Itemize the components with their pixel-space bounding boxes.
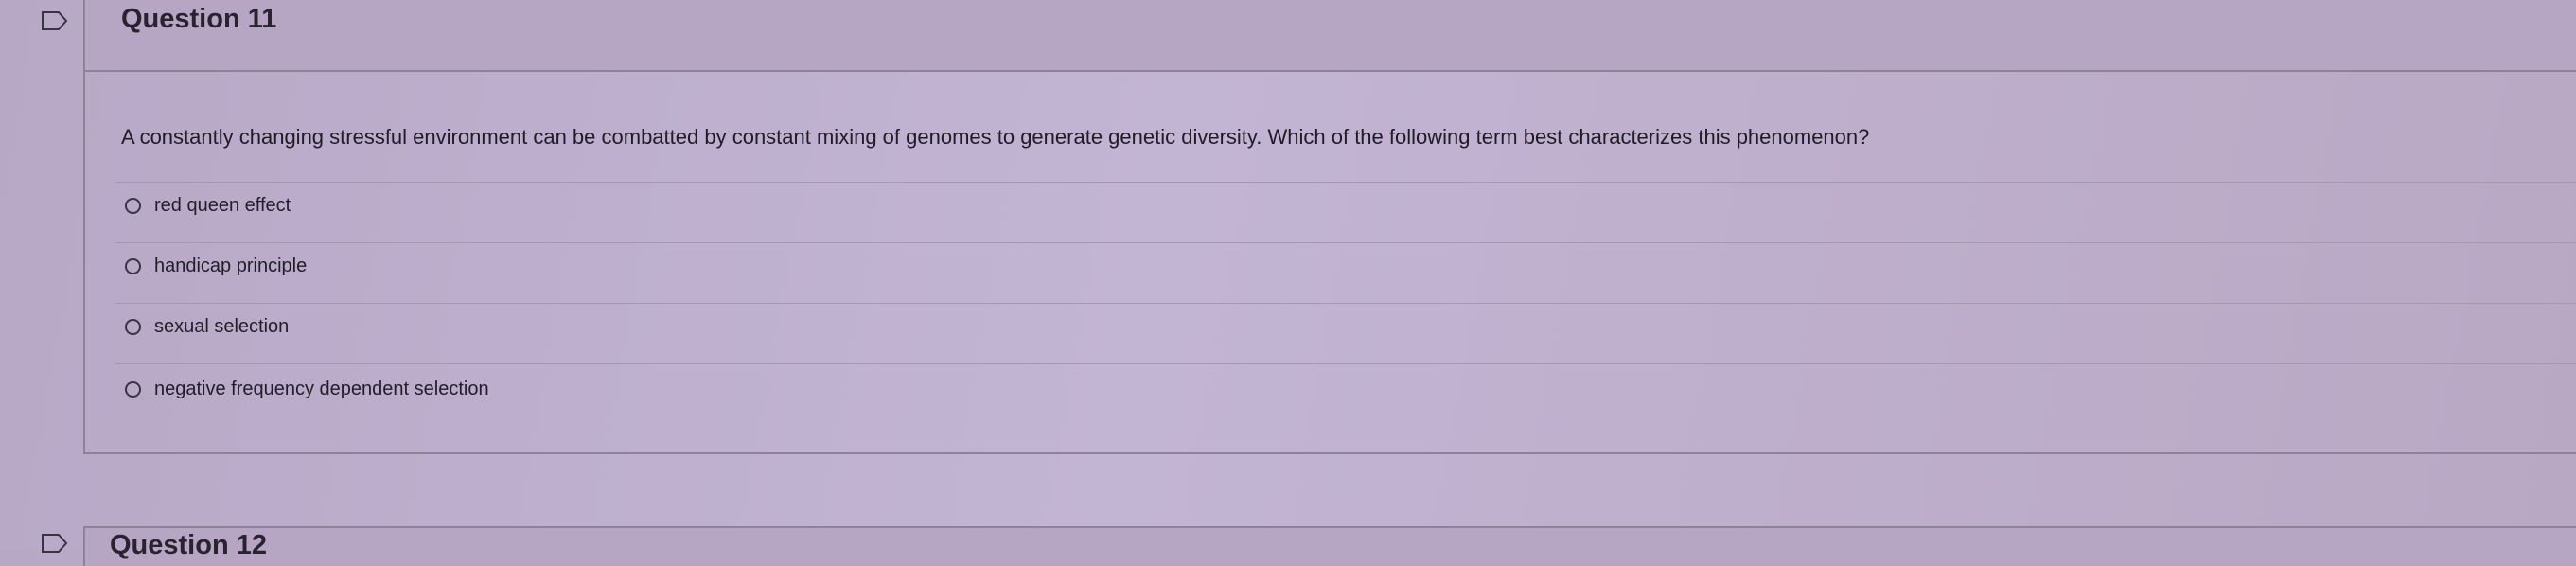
divider: [115, 303, 2576, 304]
radio-unchecked-icon[interactable]: [125, 258, 141, 274]
answer-label: red queen effect: [154, 195, 291, 216]
next-question-header: Question 12: [83, 526, 2576, 566]
divider: [115, 363, 2576, 364]
answer-label: sexual selection: [154, 316, 290, 337]
question-body: A constantly changing stressful environm…: [83, 70, 2576, 454]
next-question-title: Question 12: [110, 530, 267, 560]
bookmark-flag-icon[interactable]: [42, 11, 68, 30]
divider: [115, 182, 2576, 183]
answer-option-4[interactable]: negative frequency dependent selection: [125, 379, 489, 400]
divider: [115, 242, 2576, 243]
answer-label: handicap principle: [154, 256, 308, 276]
question-text: A constantly changing stressful environm…: [121, 125, 1870, 149]
radio-unchecked-icon[interactable]: [125, 198, 141, 214]
radio-unchecked-icon[interactable]: [125, 381, 141, 398]
answer-option-2[interactable]: handicap principle: [125, 256, 307, 277]
bookmark-flag-icon[interactable]: [42, 534, 68, 553]
answer-label: negative frequency dependent selection: [154, 379, 489, 399]
answer-option-3[interactable]: sexual selection: [125, 316, 289, 338]
radio-unchecked-icon[interactable]: [125, 319, 141, 335]
question-header: Question 11: [83, 0, 2576, 72]
answer-option-1[interactable]: red queen effect: [125, 195, 291, 217]
question-title: Question 11: [121, 4, 277, 34]
